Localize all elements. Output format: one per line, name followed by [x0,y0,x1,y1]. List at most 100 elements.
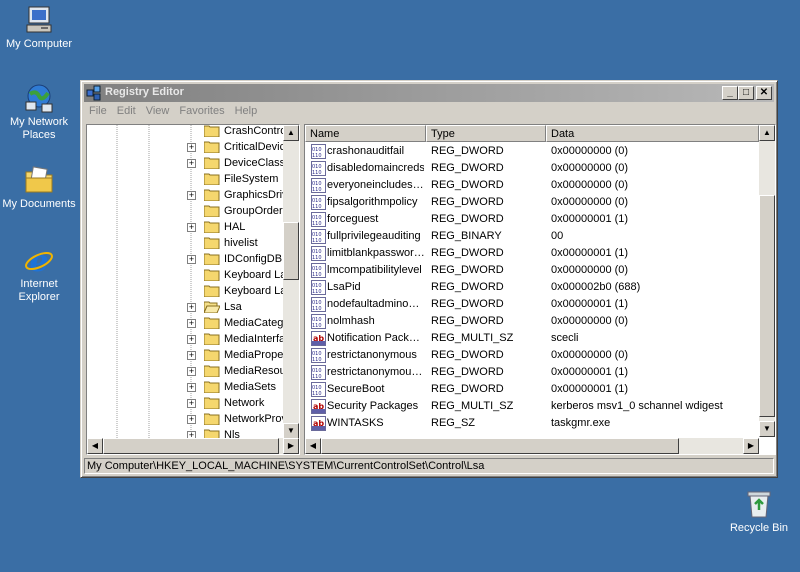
value-name: fipsalgorithmpolicy [327,196,418,208]
svg-text:110: 110 [312,374,322,379]
expand-toggle[interactable]: + [187,223,196,232]
expand-toggle[interactable]: + [187,143,196,152]
tree-node[interactable]: + Network [87,395,283,411]
key-tree-pane[interactable]: CrashControl +CriticalDeviceDatabase+Devi… [86,124,300,455]
registry-value-row[interactable]: 010 110 restrictanonymous REG_DWORD 0x000000… [305,347,759,364]
list-horizontal-scrollbar[interactable]: ◀ ▶ [305,438,759,454]
registry-value-row[interactable]: ab Notification Pack… REG_MULTI_SZ scecli [305,330,759,347]
value-type: REG_DWORD [431,145,504,157]
scroll-thumb[interactable] [103,438,279,454]
registry-editor-window: Registry Editor _ □ ✕ File Edit View Favori… [80,80,778,478]
scroll-left-button[interactable]: ◀ [305,438,321,454]
registry-value-row[interactable]: ab Security Packages REG_MULTI_SZ kerberos … [305,398,759,415]
value-name: lmcompatibilitylevel [327,264,422,276]
maximize-button[interactable]: □ [738,86,754,100]
tree-node[interactable]: + MediaCategories [87,315,299,331]
tree-node[interactable]: FileSystem [87,171,283,187]
tree-node[interactable]: + MediaResources [87,363,299,379]
list-vertical-scrollbar[interactable]: ▲ ▼ [759,125,775,437]
tree-node[interactable]: + GraphicsDrivers [87,187,299,203]
tree-node[interactable]: hivelist [87,235,283,251]
tree-node[interactable]: + Lsa [87,299,283,315]
tree-node[interactable]: + NetworkProvider [87,411,299,427]
column-header-type[interactable]: Type [426,125,546,142]
desktop-icon-my-documents[interactable]: My Documents [0,164,78,211]
expand-toggle[interactable]: + [187,351,196,360]
registry-value-row[interactable]: 010 110 SecureBoot REG_DWORD 0x00000001 (1) [305,381,759,398]
registry-value-row[interactable]: ab WINTASKS REG_SZ taskgmr.exe [305,415,759,432]
column-header-name[interactable]: Name [305,125,426,142]
registry-value-row[interactable]: 010 110 crashonauditfail REG_DWORD 0x0000000… [305,143,759,160]
desktop-icon-my-computer[interactable]: My Computer [0,4,78,51]
tree-node[interactable]: + DeviceClasses [87,155,297,171]
title-bar[interactable]: Registry Editor _ □ ✕ [84,84,774,102]
dword-value-icon: 010 110 [311,280,326,295]
tree-node[interactable]: Keyboard Layout [87,267,299,283]
registry-value-row[interactable]: 010 110 everyoneincludes… REG_DWORD 0x000000… [305,177,759,194]
scroll-thumb[interactable] [321,438,679,454]
tree-node[interactable]: + MediaSets [87,379,283,395]
registry-value-row[interactable]: 010 110 LsaPid REG_DWORD 0x000002b0 (688) [305,279,759,296]
expand-toggle[interactable]: + [187,303,196,312]
desktop-icon-my-network-places[interactable]: My Network Places [0,82,78,142]
registry-value-row[interactable]: 010 110 fipsalgorithmpolicy REG_DWORD 0x0000… [305,194,759,211]
registry-value-row[interactable]: 010 110 lmcompatibilitylevel REG_DWORD 0x000… [305,262,759,279]
tree-vertical-scrollbar[interactable]: ▲ ▼ [283,125,299,439]
tree-node-label: Network [224,397,265,409]
scroll-left-button[interactable]: ◀ [87,438,103,454]
menu-view[interactable]: View [141,103,175,119]
column-header-data[interactable]: Data [546,125,759,142]
registry-value-row[interactable]: 010 110 fullprivilegeauditing REG_BINARY 00 [305,228,759,245]
registry-value-row[interactable]: 010 110 nodefaultadmino… REG_DWORD 0x0000000… [305,296,759,313]
expand-toggle[interactable]: + [187,415,196,424]
value-name: fullprivilegeauditing [327,230,421,242]
dword-value-icon: 010 110 [311,263,326,278]
scroll-down-button[interactable]: ▼ [759,421,775,437]
registry-value-row[interactable]: 010 110 nolmhash REG_DWORD 0x00000000 (0) [305,313,759,330]
scroll-down-button[interactable]: ▼ [283,423,299,439]
expand-toggle[interactable]: + [187,191,196,200]
values-list-pane[interactable]: Name Type Data 010 110 crashonauditfail REG… [304,124,776,455]
expand-toggle[interactable]: + [187,399,196,408]
folder-icon [203,381,220,394]
expand-toggle[interactable]: + [187,255,196,264]
menu-favorites[interactable]: Favorites [174,103,229,119]
menu-file[interactable]: File [84,103,112,119]
close-button[interactable]: ✕ [756,86,772,100]
registry-editor-icon [86,85,102,101]
tree-node[interactable]: GroupOrderList [87,203,299,219]
registry-value-row[interactable]: 010 110 forceguest REG_DWORD 0x00000001 (1) [305,211,759,228]
expand-toggle[interactable]: + [187,383,196,392]
registry-value-row[interactable]: 010 110 restrictanonymou… REG_DWORD 0x000000… [305,364,759,381]
value-type: REG_DWORD [431,366,504,378]
tree-node[interactable]: + IDConfigDB [87,251,283,267]
desktop-icon-internet-explorer[interactable]: e Internet Explorer [0,244,78,304]
tree-node[interactable]: + HAL [87,219,283,235]
desktop-icon-recycle-bin[interactable]: Recycle Bin [720,488,798,535]
value-name: nodefaultadmino… [327,298,420,310]
expand-toggle[interactable]: + [187,367,196,376]
menu-edit[interactable]: Edit [112,103,141,119]
scroll-up-button[interactable]: ▲ [759,125,775,141]
menu-help[interactable]: Help [230,103,263,119]
scroll-thumb[interactable] [283,222,299,280]
tree-node[interactable]: + MediaProperties [87,347,299,363]
expand-toggle[interactable]: + [187,335,196,344]
expand-toggle[interactable]: + [187,159,196,168]
scroll-thumb[interactable] [759,195,775,417]
scroll-right-button[interactable]: ▶ [743,438,759,454]
desktop-icon-label: My Network Places [9,116,69,141]
tree-node[interactable]: CrashControl [87,125,289,139]
value-name: LsaPid [327,281,361,293]
tree-node[interactable]: +CriticalDeviceDatabase [87,139,299,155]
registry-value-row[interactable]: 010 110 limitblankpasswor… REG_DWORD 0x00000… [305,245,759,262]
registry-value-row[interactable]: 010 110 disabledomaincreds REG_DWORD 0x00000… [305,160,759,177]
tree-node[interactable]: + MediaInterfaces [87,331,299,347]
scroll-right-button[interactable]: ▶ [283,438,299,454]
minimize-button[interactable]: _ [722,86,738,100]
tree-node[interactable]: Keyboard Layouts [87,283,299,299]
value-type: REG_MULTI_SZ [431,400,514,412]
scroll-up-button[interactable]: ▲ [283,125,299,141]
tree-horizontal-scrollbar[interactable]: ◀ ▶ [87,438,299,454]
expand-toggle[interactable]: + [187,319,196,328]
